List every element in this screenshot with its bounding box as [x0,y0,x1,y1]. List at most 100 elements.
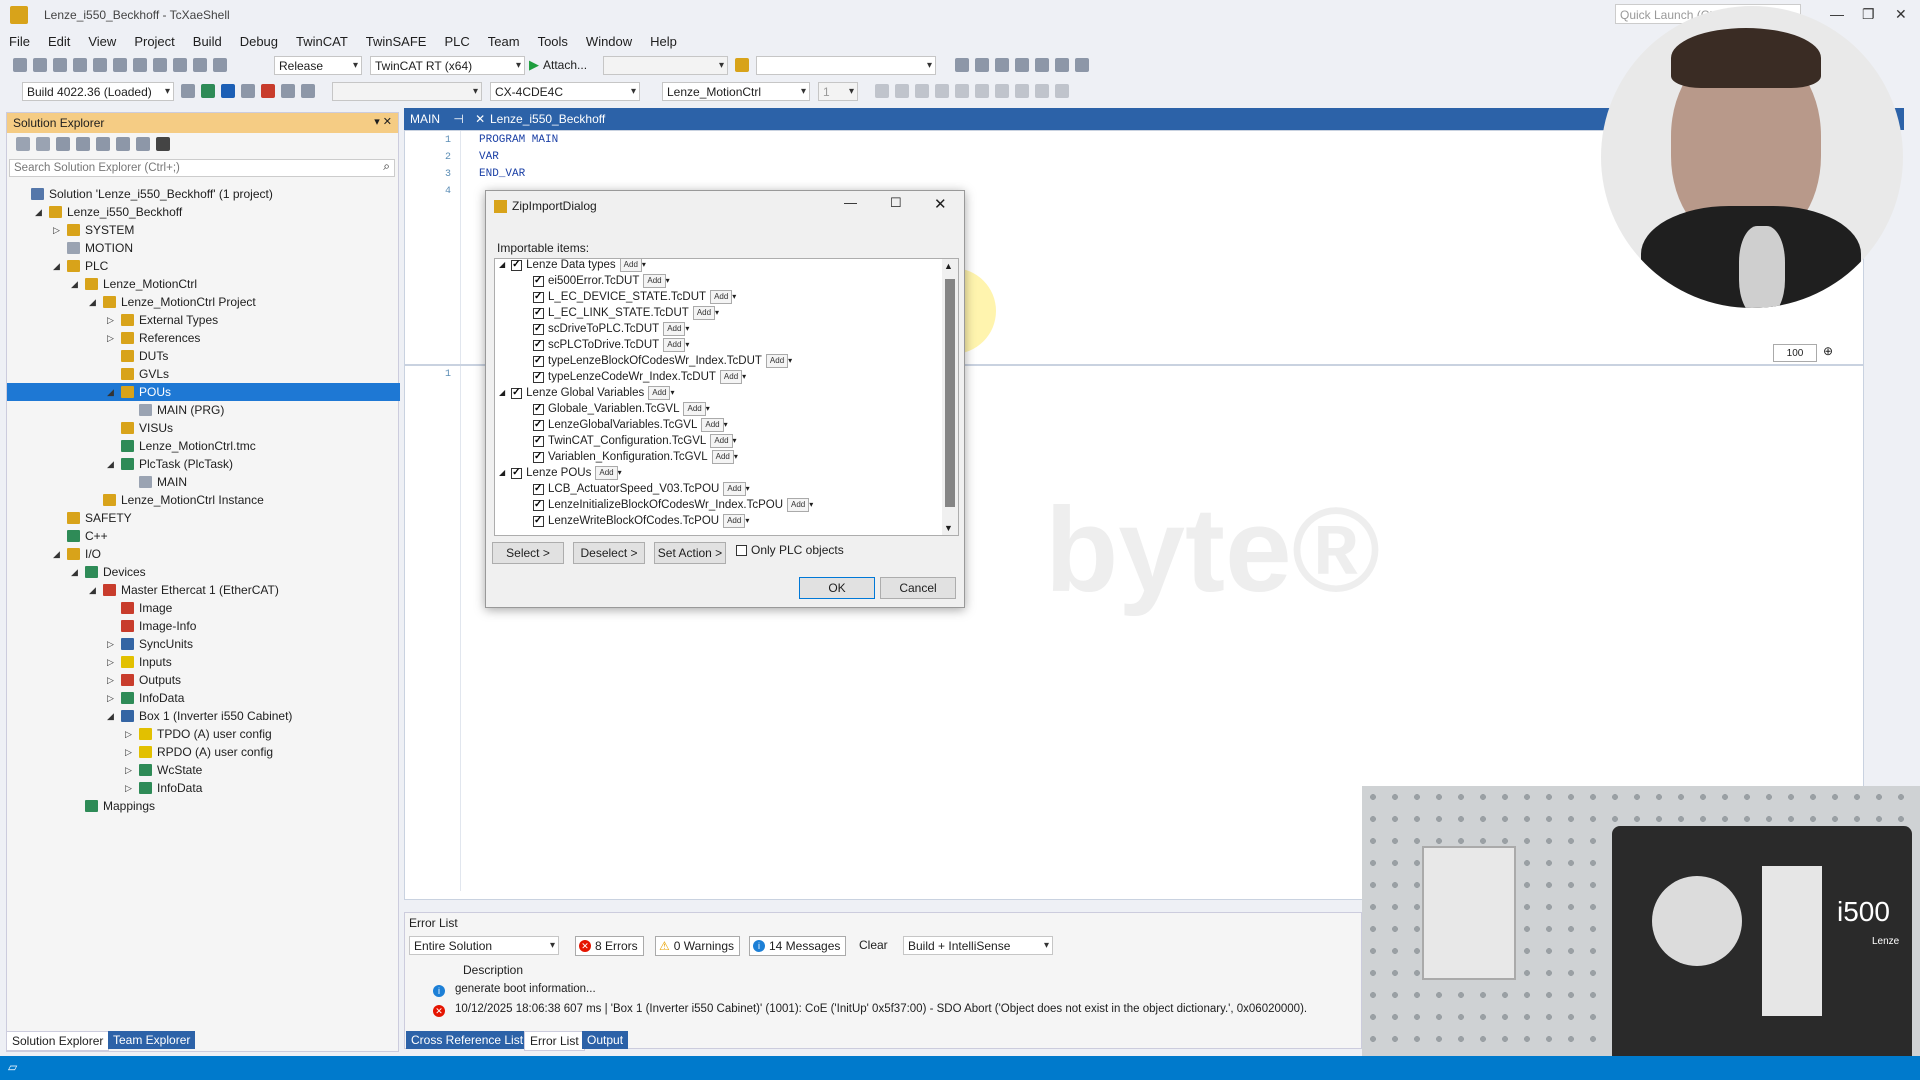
expanded-arrow-icon[interactable]: ◢ [89,581,96,599]
item-action-dropdown[interactable]: Add [723,514,746,528]
step-icon[interactable] [955,84,969,98]
forward-icon[interactable] [33,58,47,72]
item-checkbox[interactable] [533,337,544,353]
menu-file[interactable]: File [0,34,39,49]
import-file-item[interactable]: Variablen_Konfiguration.TcGVLAdd▾ [533,449,738,465]
item-action-dropdown[interactable]: Add [663,322,686,336]
code-line[interactable]: PROGRAM MAIN [479,134,558,146]
tree-item[interactable]: ▷ InfoData [7,689,400,707]
errors-filter-button[interactable]: ✕ 8 Errors [575,936,644,956]
expanded-arrow-icon[interactable]: ◢ [107,455,114,473]
import-file-item[interactable]: scDriveToPLC.TcDUTAdd▾ [533,321,689,337]
restore-icon[interactable]: ❐ [1862,6,1875,23]
dialog-minimize-icon[interactable]: — [844,195,857,210]
item-checkbox[interactable] [533,417,544,433]
force-icon[interactable] [1055,84,1069,98]
code-line[interactable]: VAR [479,151,499,163]
item-action-dropdown[interactable]: Add [701,418,724,432]
expanded-arrow-icon[interactable]: ◢ [107,707,114,725]
collapsed-arrow-icon[interactable]: ▷ [107,689,114,707]
menu-debug[interactable]: Debug [231,34,287,49]
tree-item[interactable]: ▷ InfoData [7,779,400,797]
step-over-icon[interactable] [975,84,989,98]
back-icon[interactable] [13,58,27,72]
tree-item[interactable]: ◢ Lenze_MotionCtrl [7,275,400,293]
step-out-icon[interactable] [995,84,1009,98]
item-action-dropdown[interactable]: Add [723,482,746,496]
tree-item[interactable]: ▷ SYSTEM [7,221,400,239]
item-checkbox[interactable] [533,433,544,449]
expanded-arrow-icon[interactable]: ◢ [35,203,42,221]
tree-item[interactable]: ◢ I/O [7,545,400,563]
item-checkbox[interactable] [533,273,544,289]
tree-item[interactable]: ▷ Outputs [7,671,400,689]
se-preview-icon[interactable] [156,137,170,151]
import-file-item[interactable]: LenzeGlobalVariables.TcGVLAdd▾ [533,417,728,433]
zoom-field[interactable]: 100 [1773,344,1817,362]
tab-output[interactable]: Output [582,1031,629,1049]
tree-item[interactable]: ▷ External Types [7,311,400,329]
import-file-item[interactable]: LenzeWriteBlockOfCodes.TcPOUAdd▾ [533,513,749,529]
import-group-item[interactable]: ◢ Lenze Global VariablesAdd▾ [499,385,674,401]
import-file-item[interactable]: L_EC_LINK_STATE.TcDUTAdd▾ [533,305,719,321]
open-icon[interactable] [73,58,87,72]
tree-item[interactable]: MOTION [7,239,400,257]
target-select[interactable]: CX-4CDE4C [490,81,640,101]
item-action-dropdown[interactable]: Add [719,370,743,384]
se-back-icon[interactable] [16,137,30,151]
tree-item[interactable]: ◢ Master Ethercat 1 (EtherCAT) [7,581,400,599]
tool-icon-1[interactable] [955,58,970,72]
only-plc-box[interactable] [736,544,747,556]
menu-help[interactable]: Help [641,34,686,49]
toggle-icon[interactable] [301,84,315,98]
tab-team-explorer[interactable]: Team Explorer [108,1031,196,1049]
import-file-item[interactable]: typeLenzeCodeWr_Index.TcDUTAdd▾ [533,369,746,385]
tree-item[interactable]: VISUs [7,419,400,437]
item-action-dropdown[interactable]: Add [710,434,733,448]
se-properties-icon[interactable] [136,137,150,151]
tree-item[interactable]: MAIN [7,473,400,491]
collapsed-arrow-icon[interactable]: ▷ [107,653,114,671]
tree-item[interactable]: Image [7,599,400,617]
zoom-icon[interactable]: ⊕ [1823,344,1833,358]
collapsed-arrow-icon[interactable]: ▷ [125,779,132,797]
tab-project[interactable]: Lenze_i550_Beckhoff [484,108,611,130]
collapsed-arrow-icon[interactable]: ▷ [107,311,114,329]
expanded-arrow-icon[interactable]: ◢ [71,563,78,581]
tab-pin-icon[interactable]: ⊣ [453,112,463,126]
tree-item[interactable]: ◢ PLC [7,257,400,275]
only-plc-checkbox[interactable]: Only PLC objects [736,543,844,557]
menu-team[interactable]: Team [479,34,529,49]
tool-icon-7[interactable] [1075,58,1090,72]
item-action-dropdown[interactable]: Add [643,274,666,288]
tool-icon-4[interactable] [1015,58,1030,72]
config-mode-icon[interactable] [221,84,235,98]
tab-main[interactable]: MAIN ⊣ ✕ [404,108,491,130]
item-checkbox[interactable] [533,289,544,305]
list-scrollbar[interactable]: ▲ ▼ [942,259,958,535]
item-checkbox[interactable] [533,321,544,337]
tree-item[interactable]: ▷ References [7,329,400,347]
tree-item[interactable]: ◢ Devices [7,563,400,581]
code-line[interactable]: END_VAR [479,168,525,180]
collapsed-arrow-icon[interactable]: ▷ [125,761,132,779]
tree-item[interactable]: DUTs [7,347,400,365]
group-expand-icon[interactable]: ◢ [499,465,505,481]
save-icon[interactable] [93,58,107,72]
se-sync-icon[interactable] [96,137,110,151]
menu-tools[interactable]: Tools [529,34,577,49]
expanded-arrow-icon[interactable]: ◢ [53,257,60,275]
tree-item[interactable]: ▷ TPDO (A) user config [7,725,400,743]
item-action-dropdown[interactable]: Add [692,306,716,320]
item-checkbox[interactable] [533,401,544,417]
import-file-item[interactable]: TwinCAT_Configuration.TcGVLAdd▾ [533,433,737,449]
tree-item[interactable]: ▷ RPDO (A) user config [7,743,400,761]
collapsed-arrow-icon[interactable]: ▷ [53,221,60,239]
menu-project[interactable]: Project [125,34,183,49]
dialog-close-icon[interactable]: ✕ [934,195,947,213]
ok-button[interactable]: OK [799,577,875,599]
item-checkbox[interactable] [533,481,544,497]
empty-combo-1[interactable] [603,55,729,75]
expanded-arrow-icon[interactable]: ◢ [53,545,60,563]
new-item-icon[interactable] [53,58,67,72]
